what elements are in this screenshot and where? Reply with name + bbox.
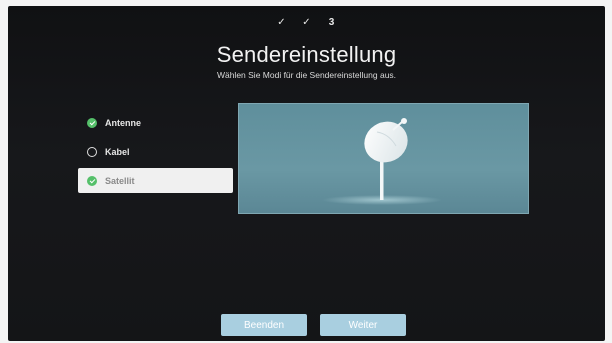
footer-buttons: Beenden Weiter — [221, 314, 406, 336]
step-2-done: ✓ — [302, 17, 311, 28]
step-1-done: ✓ — [277, 17, 286, 28]
exit-button[interactable]: Beenden — [221, 314, 307, 336]
option-label: Kabel — [105, 146, 130, 157]
step-indicator: ✓ ✓ 3 — [8, 17, 605, 28]
option-antenne[interactable]: Antenne — [78, 110, 233, 135]
mode-options: Antenne Kabel Satellit — [78, 110, 233, 197]
option-label: Satellit — [105, 175, 135, 186]
satellite-dish-icon — [322, 118, 442, 205]
check-icon — [87, 117, 97, 128]
page-title: Sendereinstellung — [216, 42, 397, 67]
option-label: Antenne — [105, 117, 141, 128]
option-satellit[interactable]: Satellit — [78, 168, 233, 193]
option-kabel[interactable]: Kabel — [78, 139, 233, 164]
preview-panel — [238, 103, 529, 214]
radio-empty-icon — [87, 146, 97, 157]
next-button[interactable]: Weiter — [320, 314, 406, 336]
check-icon — [87, 175, 97, 186]
page-subtitle: Wählen Sie Modi für die Sendereinstellun… — [216, 70, 397, 80]
tv-screen: ✓ ✓ 3 Sendereinstellung Wählen Sie Modi … — [8, 6, 605, 341]
step-3-current: 3 — [328, 17, 335, 28]
